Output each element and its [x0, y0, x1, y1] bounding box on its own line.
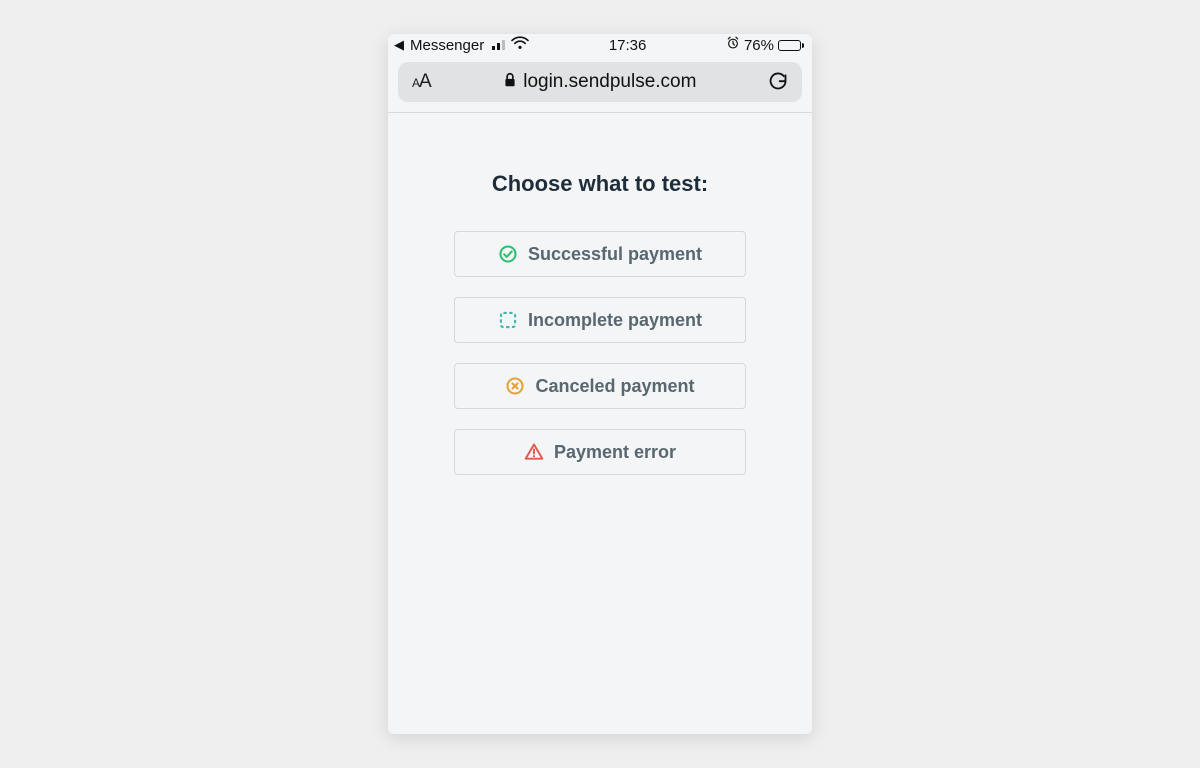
back-app-label[interactable]: Messenger	[410, 37, 484, 54]
test-canceled-payment-button[interactable]: Canceled payment	[454, 363, 746, 409]
test-successful-payment-button[interactable]: Successful payment	[454, 231, 746, 277]
status-time: 17:36	[609, 37, 647, 54]
refresh-button[interactable]	[768, 71, 788, 93]
phone-frame: ◀ Messenger 17:36 76%	[388, 34, 812, 734]
url-text: login.sendpulse.com	[523, 71, 696, 93]
warning-triangle-icon	[524, 442, 544, 462]
wifi-icon	[511, 36, 529, 54]
browser-chrome: AA login.sendpulse.com	[388, 56, 812, 113]
test-payment-error-button[interactable]: Payment error	[454, 429, 746, 475]
dashed-square-icon	[498, 310, 518, 330]
test-incomplete-payment-button[interactable]: Incomplete payment	[454, 297, 746, 343]
option-label: Successful payment	[528, 244, 702, 265]
x-circle-icon	[505, 376, 525, 396]
lock-icon	[503, 72, 517, 93]
status-bar: ◀ Messenger 17:36 76%	[388, 34, 812, 56]
page-heading: Choose what to test:	[492, 171, 708, 197]
option-label: Incomplete payment	[528, 310, 702, 331]
option-label: Canceled payment	[535, 376, 694, 397]
check-circle-icon	[498, 244, 518, 264]
option-label: Payment error	[554, 442, 676, 463]
battery-percent: 76%	[744, 37, 774, 54]
battery-icon	[778, 40, 804, 51]
back-arrow-icon[interactable]: ◀	[394, 37, 404, 53]
page-content: Choose what to test: Successful payment …	[388, 113, 812, 734]
cellular-icon	[492, 40, 505, 50]
reader-aa-button[interactable]: AA	[412, 71, 432, 93]
address-bar[interactable]: AA login.sendpulse.com	[398, 62, 802, 102]
alarm-icon	[726, 36, 740, 54]
